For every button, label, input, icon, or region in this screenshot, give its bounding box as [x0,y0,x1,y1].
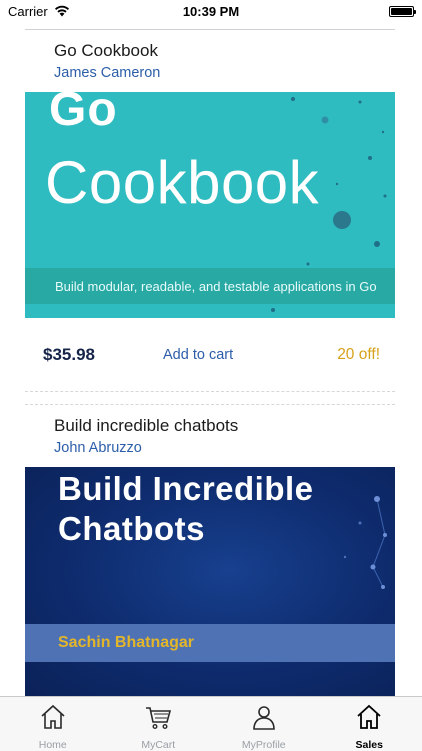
divider [25,404,395,405]
cover-author-band: Sachin Bhatnagar [25,624,395,662]
book-cover[interactable]: Go Cookbook Build modular, readable, and… [25,92,395,318]
battery-icon [389,5,416,17]
book-cover[interactable]: Build Incredible Chatbots Sachin Bhatnag… [25,467,395,696]
cover-subtitle: Build modular, readable, and testable ap… [25,268,395,304]
status-left: Carrier [8,4,70,19]
tab-label: Sales [355,739,383,751]
tab-label: MyProfile [241,739,286,751]
tab-mycart[interactable]: MyCart [106,697,211,751]
tab-sales[interactable]: Sales [317,697,422,751]
battery-level [391,7,412,15]
tab-label: MyCart [141,739,176,751]
cover-title-line2: Cookbook [45,149,320,216]
cover-title: Build Incredible Chatbots [58,469,314,549]
wifi-icon [54,5,69,17]
status-bar: Carrier 10:39 PM [0,0,422,22]
home-icon [41,704,65,729]
discount-badge: 20 off! [337,346,380,363]
divider [25,29,395,30]
app-screen: Carrier 10:39 PM Go Cookbook James Camer… [0,0,422,751]
tab-myprofile[interactable]: MyProfile [211,697,316,751]
cover-title-line2: Chatbots [58,510,205,547]
cart-icon [146,707,172,730]
add-to-cart-button[interactable]: Add to cart [163,347,233,363]
profile-icon [252,706,275,730]
book-card: Build incredible chatbots John Abruzzo B… [25,416,395,696]
price-label: $35.98 [43,345,95,364]
cover-title-line1: Go [49,92,118,136]
book-card: Go Cookbook James Cameron Go Cookbook Bu… [25,41,395,392]
cover-title-line1: Build Incredible [58,470,314,507]
book-title[interactable]: Build incredible chatbots [25,416,395,436]
book-feed[interactable]: Go Cookbook James Cameron Go Cookbook Bu… [0,22,422,696]
tab-label: Home [38,739,67,751]
book-author[interactable]: James Cameron [25,64,395,82]
carrier-label: Carrier [8,3,48,19]
tab-bar: Home MyCart MyProfile Sales [0,696,422,751]
book-title[interactable]: Go Cookbook [25,41,395,61]
book-author[interactable]: John Abruzzo [25,439,395,457]
tab-home[interactable]: Home [0,697,105,751]
sales-icon [357,704,381,729]
price-row: $35.98 Add to cart 20 off! [25,318,395,392]
